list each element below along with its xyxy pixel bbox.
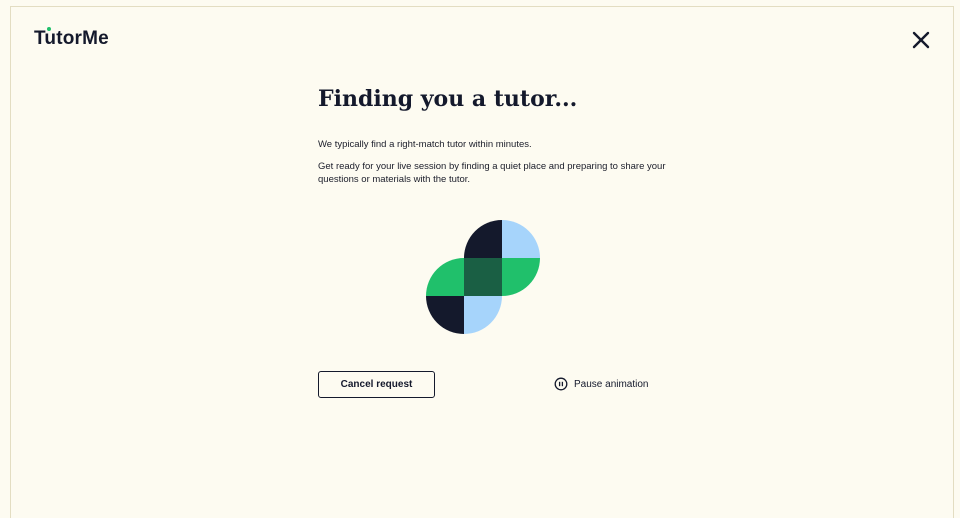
pause-animation-button[interactable]: Pause animation [554,376,649,392]
anim-shape-blue-top [502,220,540,258]
matching-animation-graphic [426,220,540,334]
anim-shape-navy-top [464,220,502,258]
page-title: Finding you a tutor... [318,86,578,112]
anim-shape-navy-bottom [426,296,464,334]
preparation-text: Get ready for your live session by findi… [318,161,666,185]
logo-dot [47,27,51,31]
anim-shape-center [464,258,502,296]
anim-shape-green-left [426,258,464,296]
pause-circle-icon [554,377,568,391]
intro-text: We typically find a right-match tutor wi… [318,139,532,150]
close-icon[interactable] [908,27,934,53]
logo-text: TutorMe [34,28,109,49]
tutorme-logo: TutorMe [34,27,109,50]
anim-shape-blue-bottom [464,296,502,334]
pause-animation-label: Pause animation [574,378,649,390]
main-content: Finding you a tutor... [318,84,678,114]
anim-shape-green-right [502,258,540,296]
cancel-request-button[interactable]: Cancel request [318,371,435,398]
